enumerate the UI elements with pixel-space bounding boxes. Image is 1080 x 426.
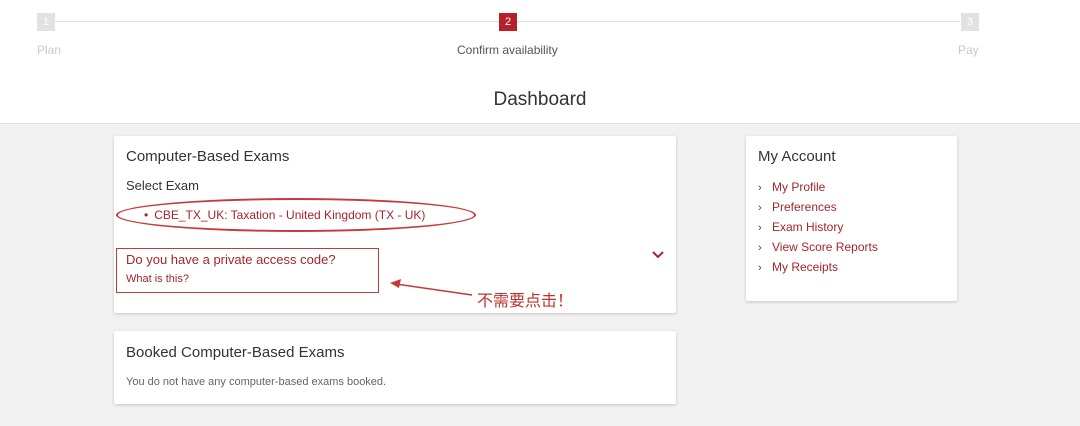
booked-card: Booked Computer-Based Exams You do not h… <box>114 331 676 404</box>
my-receipts-link[interactable]: › My Receipts <box>758 260 838 276</box>
no-bookings-text: You do not have any computer-based exams… <box>126 376 387 388</box>
booked-card-title: Booked Computer-Based Exams <box>126 344 345 361</box>
preferences-link[interactable]: › Preferences <box>758 200 837 216</box>
select-exam-label: Select Exam <box>126 178 199 193</box>
preferences-label: Preferences <box>772 200 837 214</box>
exam-link-label: CBE_TX_UK: Taxation - United Kingdom (TX… <box>154 208 426 222</box>
arrow-annotation-icon <box>390 279 473 296</box>
chevron-right-icon: › <box>758 202 762 214</box>
chevron-right-icon: › <box>758 182 762 194</box>
exam-history-link[interactable]: › Exam History <box>758 220 843 236</box>
my-profile-link[interactable]: › My Profile <box>758 180 825 196</box>
step-1-box: 1 <box>37 13 55 31</box>
my-receipts-label: My Receipts <box>772 260 839 274</box>
private-access-code-toggle[interactable]: Do you have a private access code? <box>126 252 336 267</box>
view-score-reports-label: View Score Reports <box>772 240 878 254</box>
step-2-label: Confirm availability <box>457 43 558 57</box>
chevron-down-icon[interactable] <box>650 248 666 262</box>
view-score-reports-link[interactable]: › View Score Reports <box>758 240 878 256</box>
cbe-card-title: Computer-Based Exams <box>126 148 290 165</box>
account-card-title: My Account <box>758 148 836 165</box>
account-card: My Account › My Profile › Preferences › Exa… <box>746 136 957 301</box>
exam-link[interactable]: • CBE_TX_UK: Taxation - United Kingdom (T… <box>144 208 425 222</box>
step-2-box: 2 <box>499 13 517 31</box>
step-1-label: Plan <box>37 43 62 57</box>
chevron-right-icon: › <box>758 242 762 254</box>
cbe-card: Computer-Based Exams Select Exam • CBE_TX… <box>114 136 676 313</box>
my-profile-label: My Profile <box>772 180 826 194</box>
what-is-this-link[interactable]: What is this? <box>126 273 189 285</box>
step-3-box: 3 <box>961 13 979 31</box>
page-title: Dashboard <box>493 89 587 110</box>
bullet-icon: • <box>144 208 149 222</box>
chevron-right-icon: › <box>758 222 762 234</box>
step-3-label: Pay <box>958 43 979 57</box>
exam-history-label: Exam History <box>772 220 844 234</box>
annotation-note: 不需要点击！ <box>477 291 574 310</box>
chevron-right-icon: › <box>758 262 762 274</box>
progress-header: 1 Plan 2 Confirm availability 3 Pay Dash… <box>0 0 1080 124</box>
